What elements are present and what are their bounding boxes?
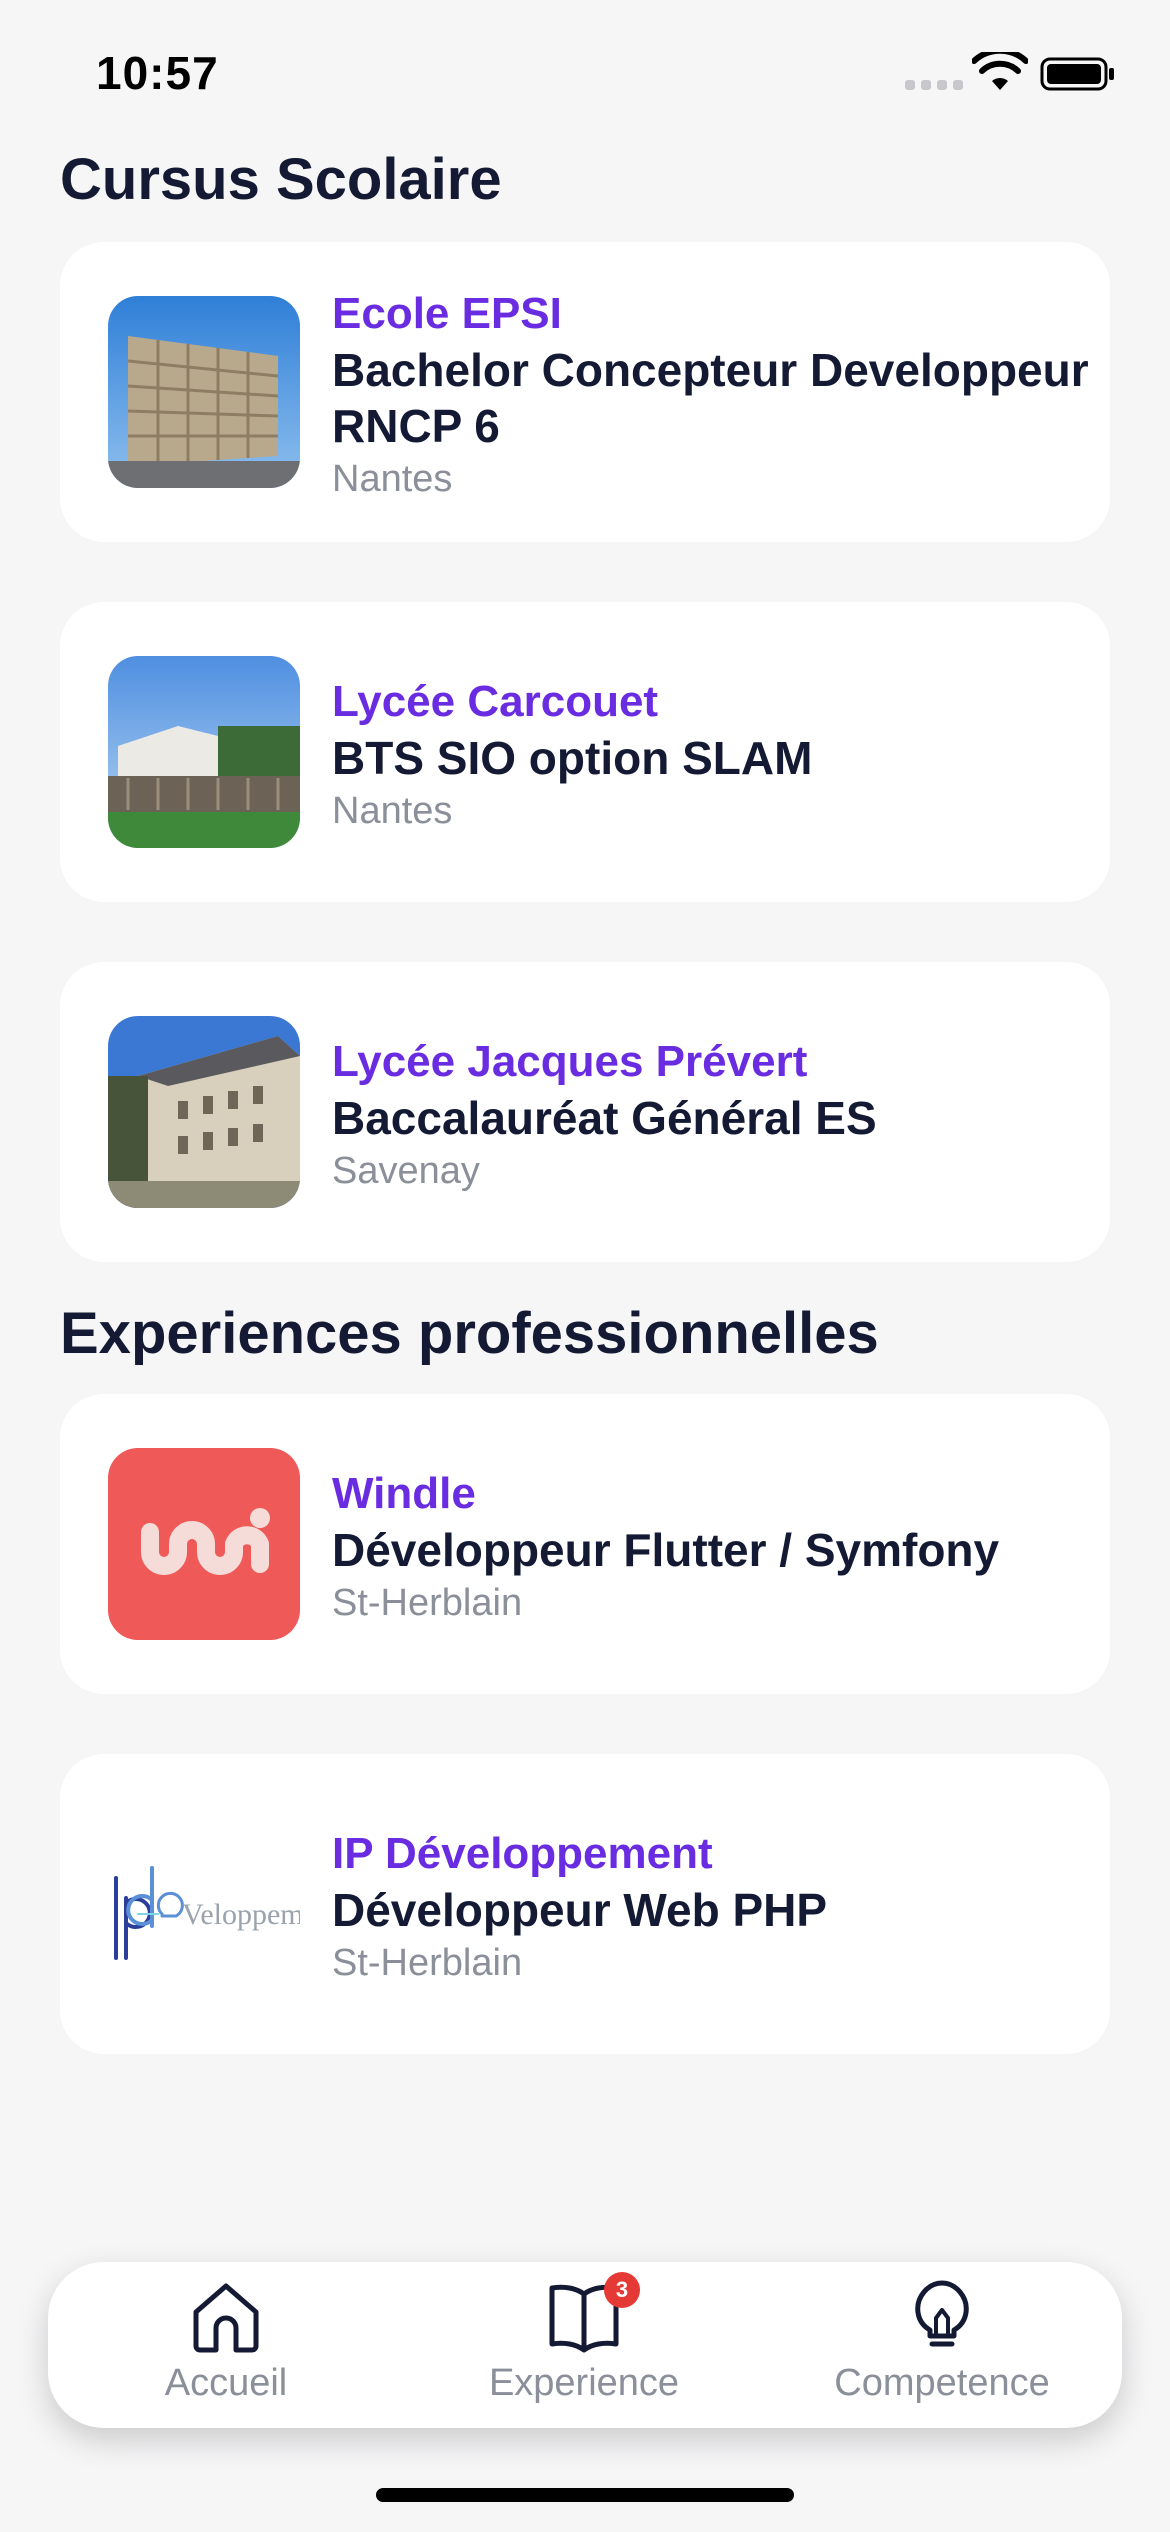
school-city: Nantes: [332, 790, 453, 832]
school-photo: [108, 296, 300, 488]
company-city: St-Herblain: [332, 1942, 523, 1984]
battery-icon: [1040, 57, 1114, 91]
education-card-carcouet[interactable]: Lycée Carcouet BTS SIO option SLAM Nante…: [60, 602, 1110, 902]
tab-accueil[interactable]: Accueil: [76, 2278, 376, 2418]
school-photo: [108, 1016, 300, 1208]
company-city: St-Herblain: [332, 1582, 523, 1624]
company-name: IP Développement: [332, 1829, 713, 1878]
job-title: Développeur Web PHP: [332, 1884, 828, 1936]
school-photo: [108, 656, 300, 848]
degree-title: Bachelor Concepteur Developpeur RNCP 6: [332, 344, 1089, 452]
tab-label: Accueil: [164, 2362, 288, 2404]
lightbulb-icon: [915, 2280, 969, 2347]
experience-card-windle[interactable]: Windle Développeur Flutter / Symfony St-…: [60, 1394, 1110, 1694]
education-card-prevert[interactable]: Lycée Jacques Prévert Baccalauréat Génér…: [60, 962, 1110, 1262]
tab-label: Competence: [834, 2362, 1050, 2404]
company-name: Windle: [332, 1469, 476, 1518]
ip-developpement-logo: Veloppement: [108, 1808, 300, 2000]
school-name: Lycée Jacques Prévert: [332, 1037, 808, 1086]
logo-wordmark: Veloppement: [182, 1898, 300, 1931]
degree-title: BTS SIO option SLAM: [332, 732, 813, 784]
cellular-signal-icon: [905, 80, 963, 90]
tab-label: Experience: [488, 2362, 680, 2404]
home-indicator: [376, 2488, 794, 2502]
bottom-tab-bar: Accueil 3 Experience Competence: [48, 2262, 1122, 2428]
experience-card-ip-developpement[interactable]: Veloppement IP Développement Développeur…: [60, 1754, 1110, 2054]
degree-title: Baccalauréat Général ES: [332, 1092, 877, 1144]
experience-section-title: Experiences professionnelles: [60, 1301, 879, 1366]
education-card-epsi[interactable]: Ecole EPSI Bachelor Concepteur Developpe…: [60, 242, 1110, 542]
notification-badge: 3: [604, 2272, 640, 2308]
home-icon: [193, 2283, 259, 2353]
tab-experience[interactable]: 3 Experience: [434, 2272, 734, 2418]
status-bar: 10:57: [0, 0, 1170, 140]
tab-competence[interactable]: Competence: [792, 2278, 1092, 2418]
wifi-icon: [972, 52, 1028, 90]
screen: 10:57 Cursus Scolaire Ecole EPSI Bachelo…: [0, 0, 1170, 2532]
education-section-title: Cursus Scolaire: [60, 147, 502, 212]
windle-logo: [108, 1448, 300, 1640]
school-name: Ecole EPSI: [332, 289, 562, 338]
school-city: Nantes: [332, 458, 453, 500]
status-time: 10:57: [96, 47, 219, 99]
school-city: Savenay: [332, 1150, 480, 1192]
school-name: Lycée Carcouet: [332, 677, 659, 726]
job-title: Développeur Flutter / Symfony: [332, 1524, 1000, 1576]
